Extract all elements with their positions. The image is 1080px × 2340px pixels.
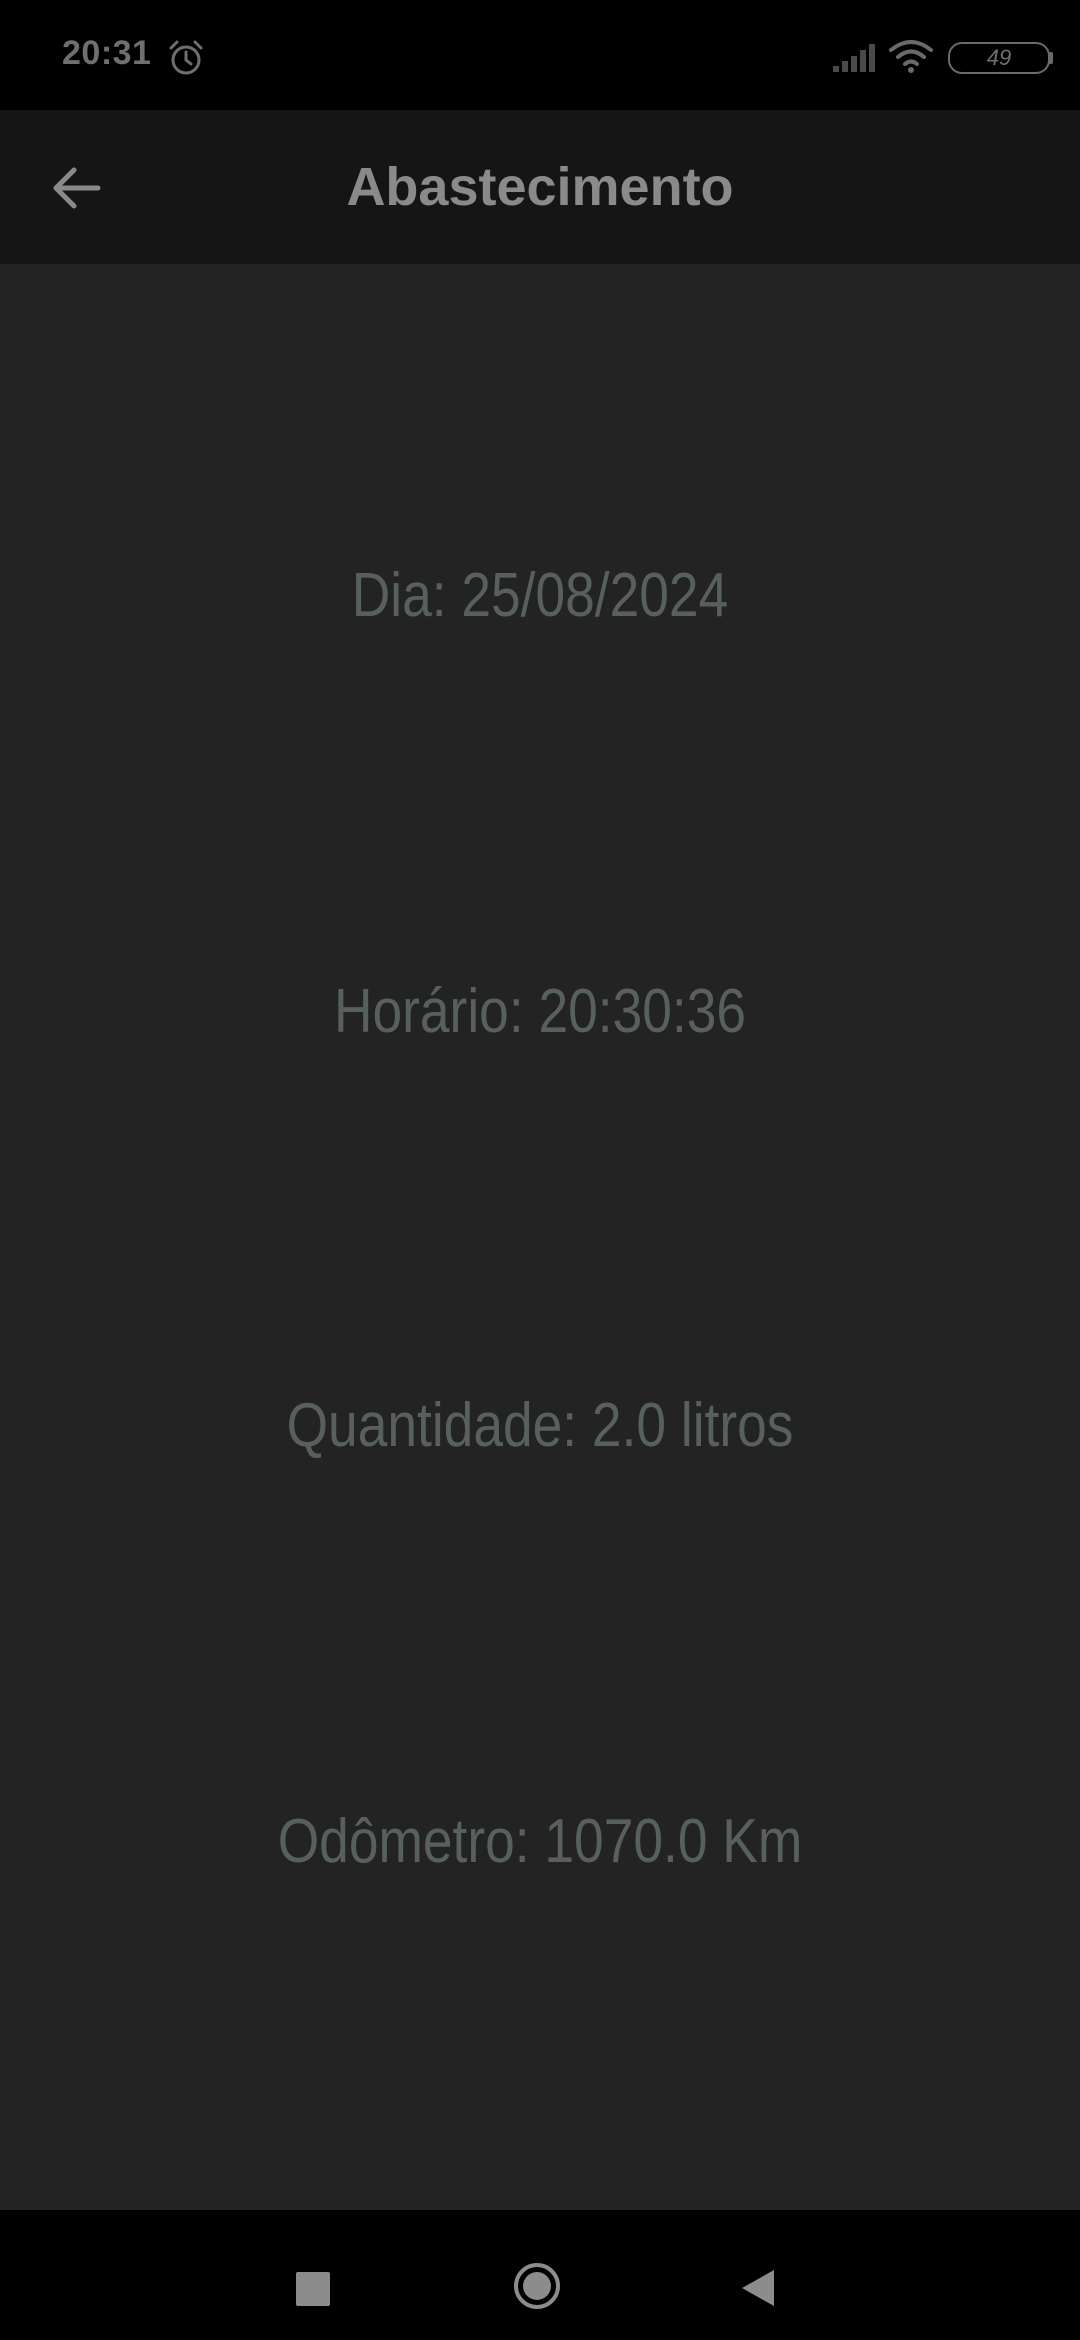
refuel-details: Dia: 25/08/2024 Horário: 20:30:36 Quanti… [0, 264, 1080, 2210]
app-screen: 20:31 49 Abastecimento Dia: 25/08/2024 H… [0, 0, 1080, 2340]
page-title: Abastecimento [346, 157, 734, 217]
wifi-icon [889, 40, 933, 73]
status-time: 20:31 [62, 34, 152, 72]
app-bar: Abastecimento [0, 110, 1080, 264]
square-recents-icon[interactable] [296, 2272, 330, 2306]
arrow-left-icon [53, 167, 101, 209]
cellular-signal-icon [833, 44, 875, 72]
battery-indicator: 49 [948, 42, 1054, 74]
refuel-quantity: Quantidade: 2.0 litros [286, 1391, 794, 1460]
refuel-date: Dia: 25/08/2024 [351, 561, 729, 630]
home-inner-dot [523, 2272, 551, 2300]
refuel-time: Horário: 20:30:36 [333, 977, 746, 1046]
refuel-odometer: Odômetro: 1070.0 Km [277, 1807, 803, 1876]
triangle-back-icon[interactable] [740, 2268, 776, 2308]
back-button[interactable] [36, 152, 116, 224]
alarm-clock-icon [169, 40, 203, 75]
system-nav-bar [0, 2210, 1080, 2340]
circle-home-icon[interactable] [514, 2263, 560, 2309]
status-bar: 20:31 49 [0, 0, 1080, 110]
battery-level: 49 [986, 45, 1012, 70]
